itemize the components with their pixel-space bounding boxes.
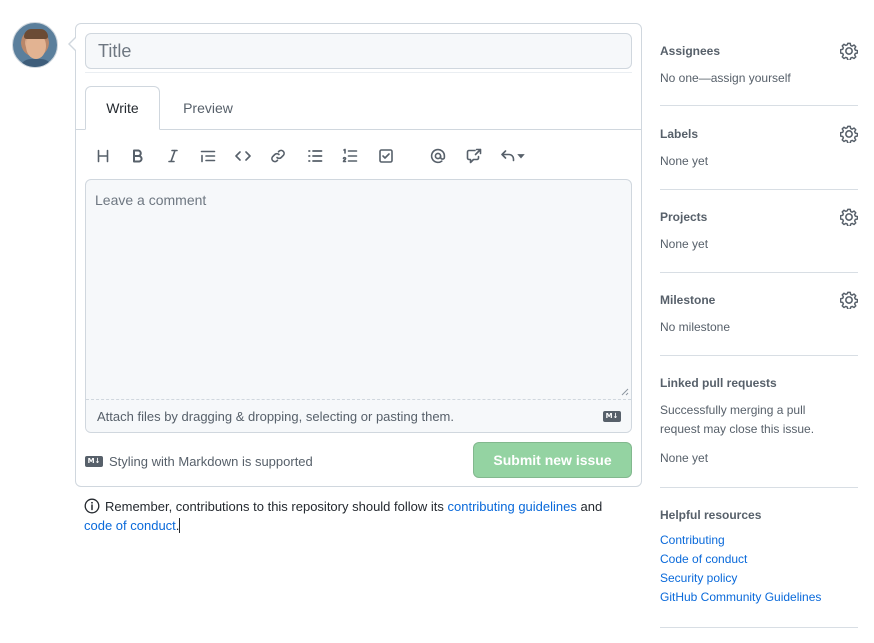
sidebar-divider <box>660 105 858 106</box>
task-list-icon[interactable] <box>373 142 399 170</box>
sidebar-divider <box>660 355 858 356</box>
code-of-conduct-link[interactable]: code of conduct <box>84 518 176 533</box>
contributing-guidelines-link[interactable]: contributing guidelines <box>448 499 577 514</box>
projects-value: None yet <box>660 237 709 251</box>
milestone-value: No milestone <box>660 320 731 334</box>
text-caret <box>179 518 181 533</box>
ordered-list-icon[interactable] <box>337 142 363 170</box>
sidebar-projects: Projects None yet <box>660 208 859 254</box>
markdown-support-link[interactable]: M↓ Styling with Markdown is supported <box>85 453 313 469</box>
sidebar-assignees: Assignees No one—assign yourself <box>660 42 859 88</box>
info-icon <box>84 498 100 514</box>
italic-icon[interactable] <box>160 142 186 170</box>
chevron-down-icon <box>517 154 525 159</box>
attach-files-bar[interactable]: Attach files by dragging & dropping, sel… <box>86 399 631 432</box>
markdown-icon: M↓ <box>603 411 621 422</box>
sidebar-labels: Labels None yet <box>660 125 859 171</box>
helpful-resources-title: Helpful resources <box>660 508 762 522</box>
markdown-icon: M↓ <box>85 455 103 467</box>
contribution-note: Remember, contributions to this reposito… <box>84 497 634 535</box>
sidebar-helpful-resources: Helpful resources Contributing Code of c… <box>660 508 858 607</box>
sidebar-divider <box>660 189 858 190</box>
resource-link-security-policy[interactable]: Security policy <box>660 569 858 588</box>
linked-prs-description: Successfully merging a pull request may … <box>660 403 815 436</box>
labels-title[interactable]: Labels <box>660 127 858 141</box>
user-avatar[interactable] <box>12 22 58 68</box>
resource-link-contributing[interactable]: Contributing <box>660 531 858 550</box>
tab-preview[interactable]: Preview <box>168 86 248 130</box>
assignees-title[interactable]: Assignees <box>660 44 858 58</box>
projects-title[interactable]: Projects <box>660 210 858 224</box>
linked-prs-value: None yet <box>660 451 709 465</box>
labels-value: None yet <box>660 154 709 168</box>
tab-write[interactable]: Write <box>85 86 160 130</box>
linked-prs-title: Linked pull requests <box>660 376 777 390</box>
markdown-support-text: Styling with Markdown is supported <box>109 453 313 469</box>
tabs-divider <box>76 129 641 130</box>
sidebar-divider <box>660 627 858 628</box>
issue-title-input[interactable] <box>85 33 632 69</box>
gear-icon[interactable] <box>839 291 859 310</box>
assignees-value[interactable]: No one—assign yourself <box>660 69 858 88</box>
gear-icon[interactable] <box>839 125 859 144</box>
gear-icon[interactable] <box>839 208 859 227</box>
cross-reference-icon[interactable] <box>461 142 487 170</box>
resize-handle-icon[interactable] <box>619 386 629 396</box>
note-middle: and <box>576 499 603 514</box>
sidebar-linked-prs: Linked pull requests Successfully mergin… <box>660 376 858 468</box>
sidebar-divider <box>660 272 858 273</box>
unordered-list-icon[interactable] <box>302 142 328 170</box>
resource-link-code-of-conduct[interactable]: Code of conduct <box>660 550 858 569</box>
issue-composer: Write Preview <box>68 23 642 487</box>
code-icon[interactable] <box>230 142 256 170</box>
link-icon[interactable] <box>265 142 291 170</box>
gear-icon[interactable] <box>839 42 859 61</box>
bold-icon[interactable] <box>125 142 151 170</box>
sidebar-milestone: Milestone No milestone <box>660 291 859 337</box>
milestone-title[interactable]: Milestone <box>660 293 858 307</box>
quote-icon[interactable] <box>195 142 221 170</box>
note-prefix: Remember, contributions to this reposito… <box>105 499 448 514</box>
comment-box: Attach files by dragging & dropping, sel… <box>85 179 632 433</box>
comment-textarea[interactable] <box>86 180 631 399</box>
title-divider <box>85 72 632 73</box>
heading-icon[interactable] <box>90 142 116 170</box>
submit-issue-button[interactable]: Submit new issue <box>473 442 632 478</box>
sidebar-divider <box>660 487 858 488</box>
reply-icon[interactable] <box>495 142 531 170</box>
mention-icon[interactable] <box>425 142 451 170</box>
resource-link-community-guidelines[interactable]: GitHub Community Guidelines <box>660 588 858 607</box>
attach-files-text: Attach files by dragging & dropping, sel… <box>97 409 454 424</box>
